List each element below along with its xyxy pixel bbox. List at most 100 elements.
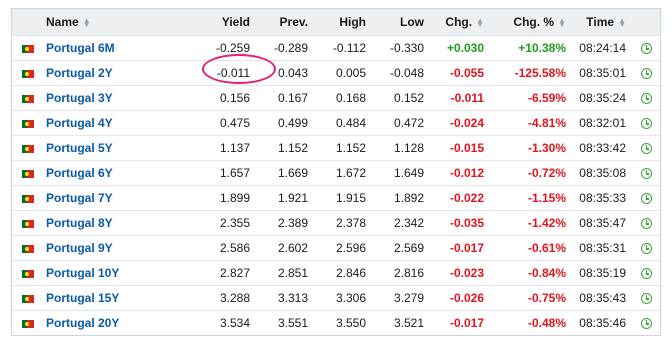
prev-cell: 1.669 xyxy=(256,160,314,186)
clock-cell xyxy=(632,110,660,136)
high-cell: 1.672 xyxy=(314,160,372,186)
chg-cell: -0.024 xyxy=(430,110,490,136)
name-cell: Portugal 2Y xyxy=(40,60,190,86)
clock-cell xyxy=(632,235,660,261)
bond-yields-table: Name ▲ ▼ Yield Prev. High Low Chg. ▲ ▼ Chg. … xyxy=(12,9,660,335)
flag-cell xyxy=(12,160,40,186)
flag-cell xyxy=(12,135,40,161)
table-row[interactable]: Portugal 10Y 2.827 2.851 2.846 2.816 -0.… xyxy=(12,260,660,286)
clock-cell xyxy=(632,60,660,86)
low-cell: 1.649 xyxy=(372,160,430,186)
table-row[interactable]: Portugal 2Y -0.011 0.043 0.005 -0.048 -0… xyxy=(12,60,660,86)
time-cell: 08:32:01 xyxy=(572,110,632,136)
prev-cell: 3.313 xyxy=(256,285,314,311)
bond-name-link[interactable]: Portugal 5Y xyxy=(46,141,113,155)
clock-icon xyxy=(640,243,652,255)
bond-name-link[interactable]: Portugal 8Y xyxy=(46,216,113,230)
chg-cell: -0.023 xyxy=(430,260,490,286)
header-clock xyxy=(632,9,660,36)
name-cell: Portugal 5Y xyxy=(40,135,190,161)
chg-cell: -0.011 xyxy=(430,85,490,111)
chg-cell: -0.017 xyxy=(430,310,490,335)
bond-name-link[interactable]: Portugal 20Y xyxy=(46,316,119,330)
table-row[interactable]: Portugal 7Y 1.899 1.921 1.915 1.892 -0.0… xyxy=(12,185,660,211)
flag-cell xyxy=(12,185,40,211)
name-cell: Portugal 6Y xyxy=(40,160,190,186)
table-row[interactable]: Portugal 6Y 1.657 1.669 1.672 1.649 -0.0… xyxy=(12,160,660,186)
time-cell: 08:35:31 xyxy=(572,235,632,261)
yield-cell: 3.288 xyxy=(190,285,256,311)
header-prev[interactable]: Prev. xyxy=(256,9,314,36)
flag-cell xyxy=(12,35,40,61)
chg-pct-cell: -0.84% xyxy=(490,260,572,286)
clock-icon xyxy=(640,168,652,180)
portugal-flag-icon xyxy=(22,294,34,303)
time-cell: 08:35:19 xyxy=(572,260,632,286)
prev-cell: 0.167 xyxy=(256,85,314,111)
bond-name-link[interactable]: Portugal 6Y xyxy=(46,166,113,180)
time-cell: 08:35:46 xyxy=(572,310,632,335)
clock-cell xyxy=(632,160,660,186)
clock-icon xyxy=(640,218,652,230)
chg-pct-cell: -125.58% xyxy=(490,60,572,86)
high-cell: 3.550 xyxy=(314,310,372,335)
table-row[interactable]: Portugal 20Y 3.534 3.551 3.550 3.521 -0.… xyxy=(12,310,660,335)
chg-pct-cell: -1.30% xyxy=(490,135,572,161)
header-name-label: Name xyxy=(46,15,79,29)
header-low-label: Low xyxy=(400,15,424,29)
bond-name-link[interactable]: Portugal 4Y xyxy=(46,116,113,130)
table-row[interactable]: Portugal 9Y 2.586 2.602 2.596 2.569 -0.0… xyxy=(12,235,660,261)
header-name[interactable]: Name ▲ ▼ xyxy=(40,9,190,36)
bond-name-link[interactable]: Portugal 10Y xyxy=(46,266,119,280)
time-cell: 08:24:14 xyxy=(572,35,632,61)
yield-cell: 2.355 xyxy=(190,210,256,236)
low-cell: 3.279 xyxy=(372,285,430,311)
bond-name-link[interactable]: Portugal 3Y xyxy=(46,91,113,105)
name-cell: Portugal 6M xyxy=(40,35,190,61)
portugal-flag-icon xyxy=(22,119,34,128)
clock-icon xyxy=(640,43,652,55)
bond-name-link[interactable]: Portugal 15Y xyxy=(46,291,119,305)
table-row[interactable]: Portugal 4Y 0.475 0.499 0.484 0.472 -0.0… xyxy=(12,110,660,136)
high-cell: -0.112 xyxy=(314,35,372,61)
chg-pct-cell: -6.59% xyxy=(490,85,572,111)
table-row[interactable]: Portugal 6M -0.259 -0.289 -0.112 -0.330 … xyxy=(12,35,660,61)
bond-name-link[interactable]: Portugal 9Y xyxy=(46,241,113,255)
clock-icon xyxy=(640,93,652,105)
header-yield[interactable]: Yield xyxy=(190,9,256,36)
clock-icon xyxy=(640,193,652,205)
chg-pct-cell: +10.38% xyxy=(490,35,572,61)
flag-cell xyxy=(12,210,40,236)
bond-name-link[interactable]: Portugal 6M xyxy=(46,41,115,55)
time-cell: 08:35:08 xyxy=(572,160,632,186)
bond-name-link[interactable]: Portugal 7Y xyxy=(46,191,113,205)
low-cell: 2.569 xyxy=(372,235,430,261)
chg-cell: -0.012 xyxy=(430,160,490,186)
yield-cell: 2.586 xyxy=(190,235,256,261)
bond-name-link[interactable]: Portugal 2Y xyxy=(46,66,113,80)
header-low[interactable]: Low xyxy=(372,9,430,36)
clock-cell xyxy=(632,310,660,335)
header-chg-pct[interactable]: Chg. % ▲ ▼ xyxy=(490,9,572,36)
portugal-flag-icon xyxy=(22,94,34,103)
time-cell: 08:33:42 xyxy=(572,135,632,161)
table-row[interactable]: Portugal 15Y 3.288 3.313 3.306 3.279 -0.… xyxy=(12,285,660,311)
name-cell: Portugal 8Y xyxy=(40,210,190,236)
clock-cell xyxy=(632,135,660,161)
table-header-row: Name ▲ ▼ Yield Prev. High Low Chg. ▲ ▼ Chg. … xyxy=(12,9,660,36)
table-row[interactable]: Portugal 8Y 2.355 2.389 2.378 2.342 -0.0… xyxy=(12,210,660,236)
chg-cell: -0.017 xyxy=(430,235,490,261)
low-cell: 0.152 xyxy=(372,85,430,111)
header-time[interactable]: Time ▲ ▼ xyxy=(572,9,632,36)
table-row[interactable]: Portugal 5Y 1.137 1.152 1.152 1.128 -0.0… xyxy=(12,135,660,161)
flag-cell xyxy=(12,260,40,286)
prev-cell: 0.499 xyxy=(256,110,314,136)
chg-pct-cell: -4.81% xyxy=(490,110,572,136)
low-cell: 1.892 xyxy=(372,185,430,211)
table-row[interactable]: Portugal 3Y 0.156 0.167 0.168 0.152 -0.0… xyxy=(12,85,660,111)
header-chg-pct-label: Chg. % xyxy=(513,15,555,29)
header-chg[interactable]: Chg. ▲ ▼ xyxy=(430,9,490,36)
header-high[interactable]: High xyxy=(314,9,372,36)
sort-icon: ▲ ▼ xyxy=(618,15,626,29)
sort-icon: ▲ ▼ xyxy=(82,15,91,29)
